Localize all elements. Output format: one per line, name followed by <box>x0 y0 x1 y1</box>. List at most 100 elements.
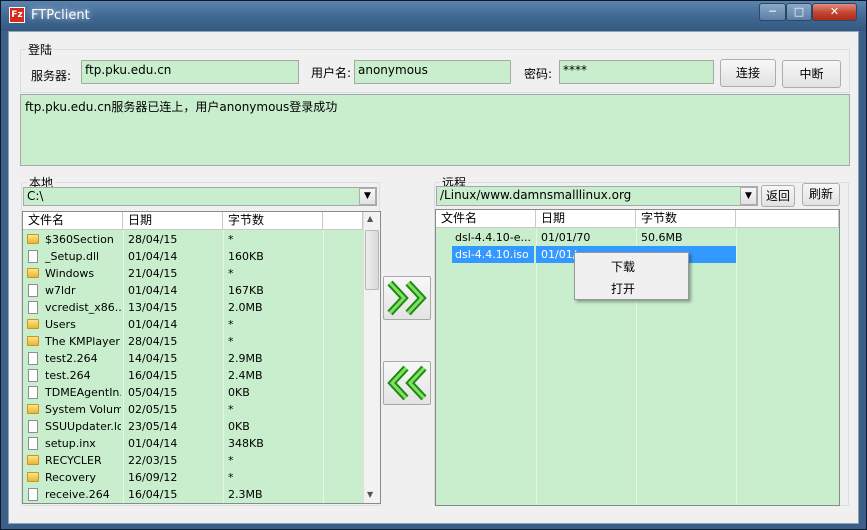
remote-cell-name: dsl-4.4.10.iso <box>452 246 534 263</box>
file-icon <box>28 420 38 433</box>
file-icon <box>28 301 38 314</box>
local-cell-name: Recovery <box>45 471 97 484</box>
local-cell-size: * <box>228 454 234 467</box>
menu-item-open[interactable]: 打开 <box>611 280 635 297</box>
local-cell-size: 0KB <box>228 386 250 399</box>
local-row[interactable]: System Volum... 02/05/15 * <box>23 401 363 418</box>
file-icon <box>28 284 38 297</box>
local-cell-name: setup.inx <box>45 437 96 450</box>
local-cell-date: 16/09/12 <box>128 471 178 484</box>
refresh-button[interactable]: 刷新 <box>802 183 840 206</box>
remote-path-dropdown-icon[interactable]: ▼ <box>740 187 757 205</box>
remote-row[interactable]: dsl-4.4.10-e... 01/01/70 50.6MB <box>436 229 836 246</box>
local-row[interactable]: Users 01/04/14 * <box>23 316 363 333</box>
menu-item-download[interactable]: 下载 <box>611 258 635 275</box>
file-icon <box>28 437 38 450</box>
folder-icon <box>27 404 39 414</box>
download-button[interactable] <box>383 361 431 405</box>
local-cell-size: 167KB <box>228 284 264 297</box>
remote-path-value: /Linux/www.damnsmalllinux.org <box>440 188 632 202</box>
log-textarea[interactable]: ftp.pku.edu.cn服务器已连上，用户anonymous登录成功 <box>20 94 850 166</box>
local-cell-size: 2.0MB <box>228 301 263 314</box>
double-chevron-right-icon <box>387 280 427 316</box>
local-path-dropdown-icon[interactable]: ▼ <box>359 188 376 205</box>
remote-path-combobox[interactable]: /Linux/www.damnsmalllinux.org <box>436 186 758 206</box>
local-cell-size: * <box>228 233 234 246</box>
connect-button[interactable]: 连接 <box>720 59 776 87</box>
server-field[interactable]: ftp.pku.edu.cn <box>81 60 299 84</box>
local-cell-size: 2.4MB <box>228 369 263 382</box>
local-row[interactable]: test.264 16/04/15 2.4MB <box>23 367 363 384</box>
local-cell-name: System Volum... <box>45 403 121 416</box>
local-scroll-thumb[interactable] <box>365 230 379 290</box>
file-icon <box>28 369 38 382</box>
local-path-combobox[interactable]: C:\ <box>23 187 377 206</box>
username-field[interactable]: anonymous <box>354 60 511 84</box>
minimize-button[interactable]: ─ <box>759 3 786 21</box>
folder-icon <box>27 472 39 482</box>
folder-icon <box>27 319 39 329</box>
local-row[interactable]: Windows 21/04/15 * <box>23 265 363 282</box>
password-field[interactable]: **** <box>559 60 714 84</box>
filezilla-app-icon: Fz <box>9 7 25 23</box>
local-cell-date: 28/04/15 <box>128 335 178 348</box>
password-label: 密码: <box>524 67 553 81</box>
local-cell-date: 05/04/15 <box>128 386 178 399</box>
remote-cell-size: 50.6MB <box>641 231 683 244</box>
local-row[interactable]: The KMPlayer 28/04/15 * <box>23 333 363 350</box>
local-cell-date: 23/05/14 <box>128 420 178 433</box>
local-row[interactable]: TDMEAgentIn... 05/04/15 0KB <box>23 384 363 401</box>
local-cell-name: The KMPlayer <box>45 335 120 348</box>
local-row[interactable]: setup.inx 01/04/14 348KB <box>23 435 363 452</box>
local-row[interactable]: receive.264 16/04/15 2.3MB <box>23 486 363 503</box>
local-row[interactable]: vcredist_x86.... 13/04/15 2.0MB <box>23 299 363 316</box>
local-cell-size: 348KB <box>228 437 264 450</box>
local-row[interactable]: Recovery 16/09/12 * <box>23 469 363 486</box>
remote-col-date[interactable]: 日期 <box>536 210 636 228</box>
remote-col-name[interactable]: 文件名 <box>436 210 536 228</box>
back-button[interactable]: 返回 <box>761 185 795 207</box>
local-cell-size: * <box>228 471 234 484</box>
local-row[interactable]: $360Section 28/04/15 * <box>23 231 363 248</box>
file-icon <box>28 386 38 399</box>
file-icon <box>28 250 38 263</box>
local-row[interactable]: RECYCLER 22/03/15 * <box>23 452 363 469</box>
remote-col-size[interactable]: 字节数 <box>636 210 736 228</box>
local-row[interactable]: _Setup.dll 01/04/14 160KB <box>23 248 363 265</box>
local-cell-date: 01/04/14 <box>128 437 178 450</box>
local-col-size[interactable]: 字节数 <box>223 212 323 230</box>
app-window: Fz FTPclient ─ □ ✕ 登陆 服务器: ftp.pku.edu.c… <box>0 0 867 530</box>
local-cell-name: Windows <box>45 267 95 280</box>
local-cell-date: 01/04/14 <box>128 250 178 263</box>
local-cell-date: 14/04/15 <box>128 352 178 365</box>
local-col-date[interactable]: 日期 <box>123 212 223 230</box>
local-cell-name: $360Section <box>45 233 114 246</box>
username-label: 用户名: <box>311 66 352 80</box>
local-row[interactable]: SSUUpdater.log 23/05/14 0KB <box>23 418 363 435</box>
login-legend: 登陆 <box>26 41 55 58</box>
title-bar[interactable]: Fz FTPclient ─ □ ✕ <box>1 1 866 31</box>
local-cell-size: * <box>228 403 234 416</box>
local-row[interactable]: test2.264 14/04/15 2.9MB <box>23 350 363 367</box>
window-title: FTPclient <box>31 8 90 23</box>
scroll-up-icon[interactable]: ▲ <box>367 214 373 223</box>
local-col-name[interactable]: 文件名 <box>23 212 123 230</box>
local-file-list[interactable]: 文件名 日期 字节数 $360Section 28/04/15 * _Setup.dl… <box>22 211 381 504</box>
local-cell-size: 160KB <box>228 250 264 263</box>
local-cell-name: vcredist_x86.... <box>45 301 121 314</box>
maximize-button[interactable]: □ <box>786 3 812 21</box>
local-cell-name: receive.264 <box>45 488 110 501</box>
local-cell-size: * <box>228 318 234 331</box>
disconnect-button[interactable]: 中断 <box>782 60 841 88</box>
remote-gridline <box>536 228 537 505</box>
local-cell-date: 01/04/14 <box>128 318 178 331</box>
remote-cell-date: 01/01/70 <box>541 231 591 244</box>
local-cell-size: 0KB <box>228 420 250 433</box>
local-row[interactable]: w7ldr 01/04/14 167KB <box>23 282 363 299</box>
close-button[interactable]: ✕ <box>812 3 857 21</box>
local-scrollbar[interactable]: ▲ ▼ <box>363 212 380 503</box>
local-cell-name: w7ldr <box>45 284 76 297</box>
scroll-down-icon[interactable]: ▼ <box>367 490 373 499</box>
upload-button[interactable] <box>383 276 431 320</box>
double-chevron-left-icon <box>387 365 427 401</box>
